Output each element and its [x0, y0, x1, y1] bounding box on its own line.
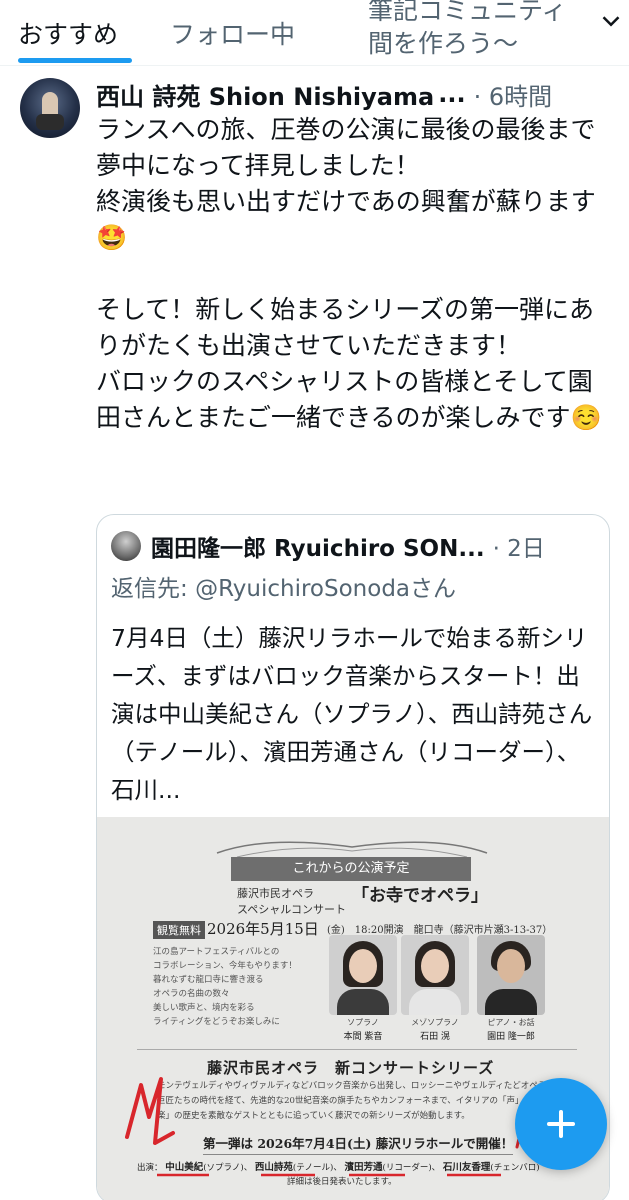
timeline-tab-bar: おすすめ フォロー中 筆記コミュニティ 間を作ろう〜 — [0, 0, 629, 66]
flyer-time-venue: (金) 18:20開演 龍口寺（藤沢市片瀬3-13-37） — [327, 925, 553, 936]
cast-name-4: 石川友香理 — [442, 1162, 491, 1173]
active-tab-indicator — [18, 58, 132, 63]
cast-name-3: 濱田芳通 — [344, 1162, 383, 1173]
performer-photo-1 — [329, 935, 397, 1015]
performer-name-3: 園田 隆一郎 — [487, 1032, 535, 1042]
flyer-free-badge: 観覧無料 — [153, 921, 205, 939]
flyer-first-installment: 第一弾は 2026年7月4日(土) 藤沢リラホールで開催！ — [203, 1133, 514, 1155]
post-timestamp[interactable]: · 6時間 — [474, 77, 553, 112]
compose-button[interactable] — [515, 1078, 607, 1170]
cast-name-2: 西山詩苑 — [254, 1162, 293, 1173]
cast-role-4: (チェンバロ) — [490, 1163, 540, 1173]
quoted-author-name[interactable]: 園田隆一郎 Ryuichiro SON... — [151, 529, 485, 563]
flyer-cast-prefix: 出演： — [137, 1163, 163, 1173]
performer-role-3: ピアノ・お話 — [487, 1018, 535, 1027]
quoted-post-text: 7月4日（土）藤沢リラホールで始まる新シリーズ、まずはバロック音楽からスタート！… — [111, 624, 593, 804]
tab-recommended[interactable]: おすすめ — [18, 0, 118, 66]
post-header: 西山 詩苑 Shion Nishiyama ... · 6時間 — [96, 76, 616, 112]
tab-community[interactable]: 筆記コミュニティ 間を作ろう〜 — [368, 0, 598, 60]
author-name[interactable]: 西山 詩苑 Shion Nishiyama — [96, 77, 434, 112]
flyer-concert-title: 「お寺でオペラ」 — [352, 886, 488, 906]
flyer-date: 2026年5月15日 — [207, 920, 319, 938]
cast-role-2: (テノール) — [292, 1163, 334, 1173]
flyer-new-series-title: 藤沢市民オペラ 新コンサートシリーズ — [207, 1059, 495, 1077]
performer-photo-3 — [477, 935, 545, 1015]
quoted-author-avatar[interactable] — [111, 531, 141, 561]
quoted-reply-to: 返信先: @RyuichiroSonodaさん — [111, 569, 456, 603]
flyer-series-subtitle: スペシャルコンサート — [237, 903, 347, 916]
quoted-reply-handle[interactable]: @RyuichiroSonodaさん — [195, 576, 456, 602]
tab-following[interactable]: フォロー中 — [170, 0, 295, 66]
tab-community-label-line2: 間を作ろう〜 — [368, 29, 519, 58]
performer-role-1: ソプラノ — [347, 1018, 379, 1027]
quoted-post-timestamp[interactable]: · 2日 — [493, 529, 545, 563]
flyer-description: モンテヴェルディやヴィヴァルディなどバロック音楽から出発し、ロッシーニやヴェルデ… — [157, 1081, 555, 1121]
post[interactable]: 西山 詩苑 Shion Nishiyama ... · 6時間 ランスへの旅、圧… — [0, 66, 629, 1200]
cast-role-3: (リコーダー) — [382, 1163, 432, 1173]
avatar-figure-base — [36, 114, 64, 130]
performer-role-2: メゾソプラノ — [411, 1018, 459, 1027]
performer-name-1: 本間 紫音 — [343, 1032, 383, 1042]
quoted-post-header: 園田隆一郎 Ryuichiro SON... · 2日 — [151, 527, 601, 565]
flyer-series-name: 藤沢市民オペラ — [237, 887, 314, 900]
gear-icon[interactable] — [596, 6, 626, 36]
flyer-divider — [137, 1049, 577, 1050]
quoted-reply-prefix: 返信先: — [111, 576, 188, 602]
flyer-cast-list: 出演： 中山美紀(ソプラノ)、 西山詩苑(テノール)、 濱田芳通(リコーダー)、… — [137, 1162, 540, 1173]
plus-icon — [547, 1110, 575, 1138]
avatar[interactable] — [20, 78, 80, 138]
flyer-blurb: 江の島アートフェスティバルとの コラボレーション、今年もやります！ 暮れなずむ龍… — [153, 947, 297, 1027]
post-text: ランスへの旅、圧巻の公演に最後の最後まで夢中になって拝見しました！ 終演後も思い… — [96, 115, 602, 432]
tab-recommended-label: おすすめ — [18, 20, 119, 49]
author-name-ellipsis: ... — [438, 80, 466, 108]
performer-photo-2 — [401, 935, 469, 1015]
flyer-details-note: 詳細は後日発表いたします。 — [287, 1177, 397, 1187]
flyer-upcoming-banner: これからの公演予定 — [231, 857, 471, 881]
tab-community-label-line1: 筆記コミュニティ — [368, 0, 567, 25]
performer-name-2: 石田 滉 — [420, 1032, 450, 1042]
tab-following-label: フォロー中 — [170, 20, 296, 49]
cast-name-1: 中山美紀 — [165, 1162, 204, 1173]
cast-role-1: (ソプラノ) — [203, 1163, 244, 1173]
